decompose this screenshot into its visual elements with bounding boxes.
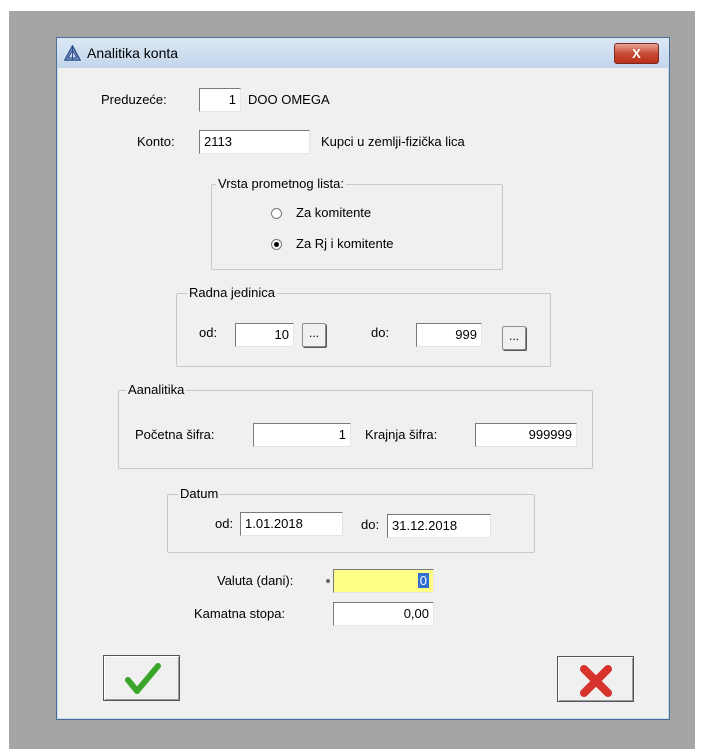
cancel-button[interactable] [557, 656, 634, 702]
company-name: DOO OMEGA [248, 92, 330, 107]
work-unit-from-label: od: [199, 325, 218, 340]
radio-za-komitente[interactable] [271, 208, 282, 219]
radio-label-za-rj-komitente[interactable]: Za Rj i komitente [296, 236, 394, 251]
ok-button[interactable] [103, 655, 180, 701]
company-code-field[interactable]: 1 [199, 88, 241, 112]
date-from-label: od: [215, 516, 234, 531]
work-unit-from-field[interactable]: 10 [235, 323, 294, 347]
currency-marker-icon [326, 579, 330, 583]
radio-label-za-komitente[interactable]: Za komitente [296, 205, 371, 220]
doc-type-group [211, 184, 503, 270]
window-title: Analitika konta [87, 45, 179, 61]
work-unit-to-label: do: [371, 325, 390, 340]
currency-days-value: 0 [417, 573, 429, 588]
app-logo-icon [64, 45, 81, 61]
checkmark-icon [125, 663, 161, 694]
date-from-field[interactable]: 1.01.2018 [240, 512, 343, 536]
account-description: Kupci u zemlji-fizička lica [321, 134, 465, 149]
date-to-field[interactable]: 31.12.2018 [387, 514, 491, 538]
end-code-field[interactable]: 999999 [475, 423, 577, 447]
work-unit-to-field[interactable]: 999 [416, 323, 482, 347]
doc-type-legend: Vrsta prometnog lista: [216, 176, 346, 191]
radio-za-rj-komitente[interactable] [271, 239, 282, 250]
work-unit-from-browse-button[interactable]: ... [302, 323, 326, 347]
close-icon: X [632, 46, 641, 61]
company-label: Preduzeće: [101, 92, 167, 107]
start-code-field[interactable]: 1 [253, 423, 351, 447]
start-code-label: Početna šifra: [135, 427, 215, 442]
interest-label: Kamatna stopa: [194, 606, 286, 621]
title-bar[interactable]: Analitika konta X [57, 38, 669, 68]
work-unit-legend: Radna jedinica [187, 285, 278, 300]
close-button[interactable]: X [614, 43, 659, 64]
work-unit-to-browse-button[interactable]: ... [502, 326, 526, 350]
date-legend: Datum [178, 486, 221, 501]
account-label: Konto: [137, 134, 175, 149]
currency-label: Valuta (dani): [217, 573, 294, 588]
date-to-label: do: [361, 517, 380, 532]
currency-days-field[interactable]: 0 [333, 569, 434, 593]
analytics-dialog: Analitika konta X Preduzeće: 1 DOO OMEGA… [56, 37, 670, 720]
cancel-x-icon [580, 665, 612, 697]
end-code-label: Krajnja šifra: [365, 427, 438, 442]
account-field[interactable]: 2113 [199, 130, 310, 154]
interest-rate-field[interactable]: 0,00 [333, 602, 434, 626]
analytics-legend: Aanalitika [126, 382, 187, 397]
work-unit-group [176, 293, 551, 367]
